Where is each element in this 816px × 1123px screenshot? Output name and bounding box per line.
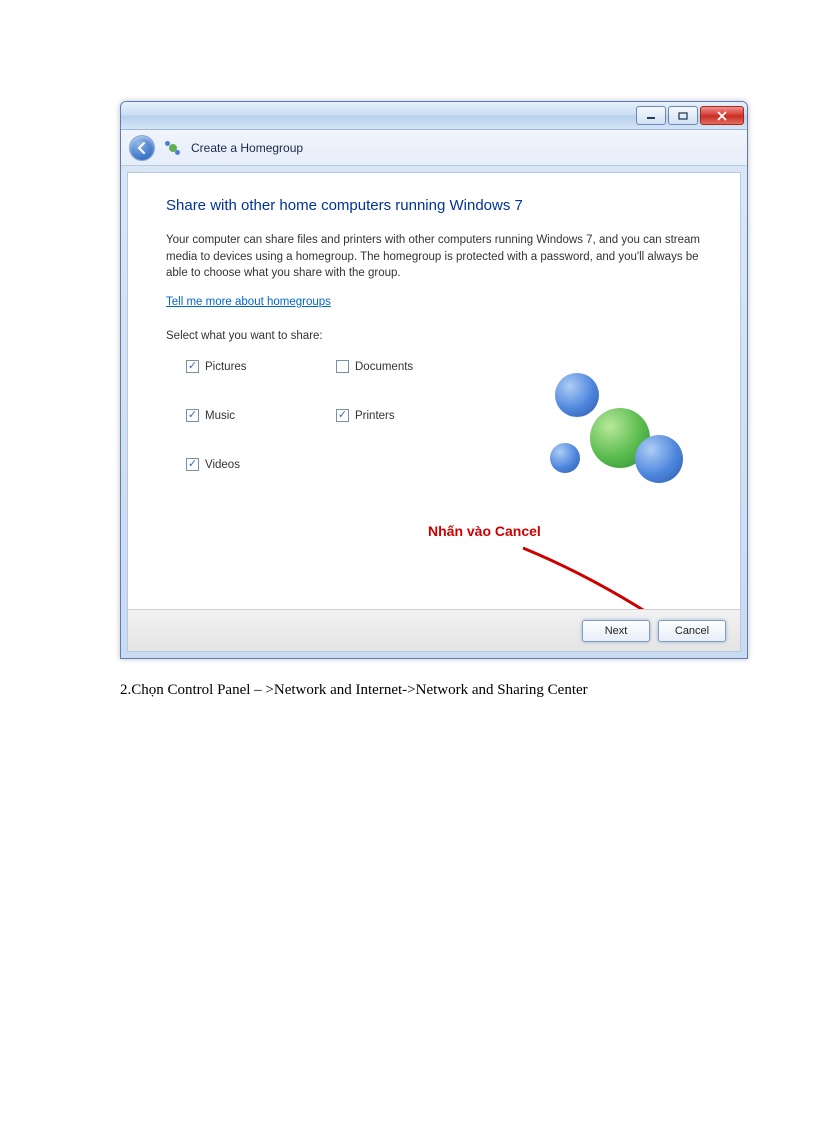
checkbox-label: Documents xyxy=(355,361,413,373)
checkbox-icon xyxy=(186,458,199,471)
checkbox-icon xyxy=(336,409,349,422)
select-label: Select what you want to share: xyxy=(166,330,702,342)
checkbox-videos[interactable]: Videos xyxy=(186,458,336,471)
back-button[interactable] xyxy=(129,135,155,161)
checkbox-icon xyxy=(186,409,199,422)
cancel-button[interactable]: Cancel xyxy=(658,620,726,642)
checkbox-icon xyxy=(336,360,349,373)
close-button[interactable] xyxy=(700,106,744,125)
checkbox-label: Music xyxy=(205,410,235,422)
maximize-button[interactable] xyxy=(668,106,698,125)
checkbox-icon xyxy=(186,360,199,373)
checkbox-label: Printers xyxy=(355,410,395,422)
checkbox-printers[interactable]: Printers xyxy=(336,409,486,422)
page-heading: Share with other home computers running … xyxy=(166,197,702,214)
content-panel: Share with other home computers running … xyxy=(127,172,741,652)
step-caption: 2.Chọn Control Panel – >Network and Inte… xyxy=(120,682,588,699)
checkbox-documents[interactable]: Documents xyxy=(336,360,486,373)
annotation-text: Nhấn vào Cancel xyxy=(428,523,541,539)
description-text: Your computer can share files and printe… xyxy=(166,232,702,282)
title-bar xyxy=(121,102,747,130)
homegroup-icon xyxy=(165,140,181,156)
homegroup-window: Create a Homegroup Share with other home… xyxy=(120,101,748,659)
checkbox-music[interactable]: Music xyxy=(186,409,336,422)
checkbox-pictures[interactable]: Pictures xyxy=(186,360,336,373)
minimize-button[interactable] xyxy=(636,106,666,125)
checkbox-label: Pictures xyxy=(205,361,247,373)
toolbar: Create a Homegroup xyxy=(121,130,747,166)
content-outer: Share with other home computers running … xyxy=(121,166,747,658)
help-link[interactable]: Tell me more about homegroups xyxy=(166,296,331,308)
window-title: Create a Homegroup xyxy=(191,141,303,155)
next-button[interactable]: Next xyxy=(582,620,650,642)
dialog-footer: Next Cancel xyxy=(128,609,740,651)
homegroup-graphic xyxy=(540,373,690,503)
checkbox-label: Videos xyxy=(205,459,240,471)
